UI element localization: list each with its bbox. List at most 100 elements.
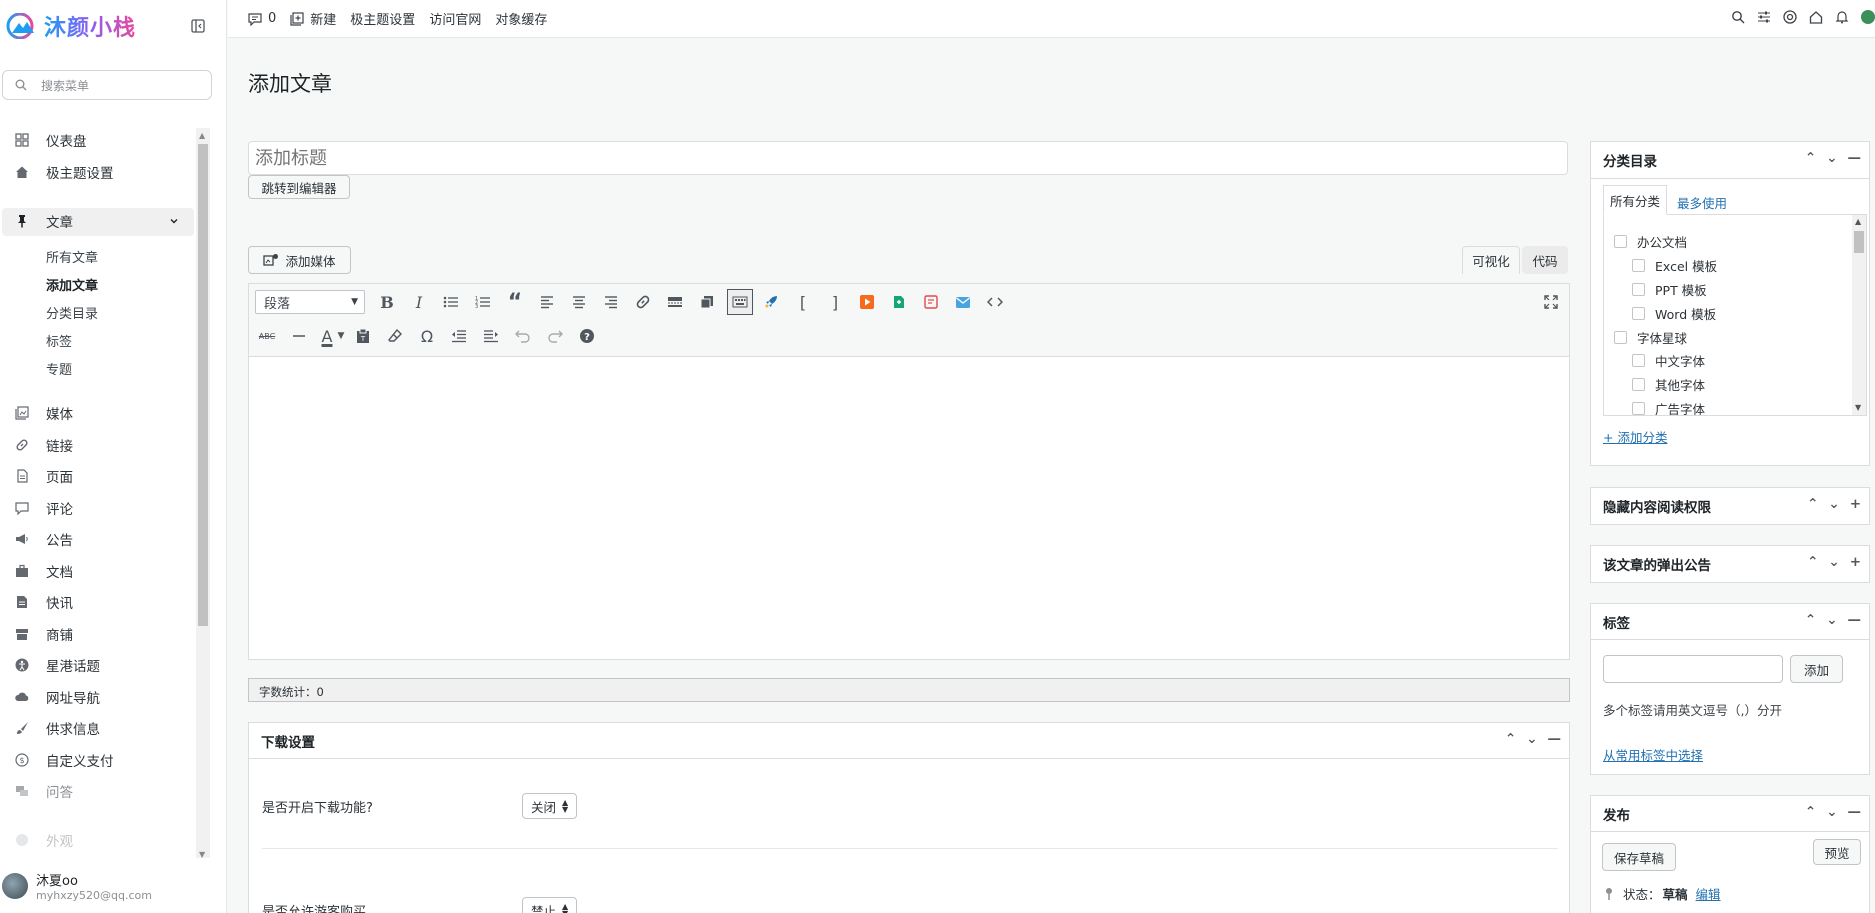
undo-icon[interactable]	[511, 324, 535, 348]
sidebar-item-pages[interactable]: 页面	[14, 464, 73, 488]
horizontal-line-icon[interactable]	[287, 324, 311, 348]
copy-icon[interactable]	[695, 290, 719, 314]
topbar-visit-site[interactable]: 访问官网	[429, 9, 481, 28]
sidebar-item-store[interactable]: 商铺	[14, 622, 73, 646]
outdent-icon[interactable]	[447, 324, 471, 348]
move-down-icon[interactable]: ⌄	[1826, 612, 1837, 628]
popup-announcement-header[interactable]: 该文章的弹出公告 ⌃ ⌄ +	[1591, 546, 1869, 582]
strikethrough-icon[interactable]: ABC	[255, 324, 279, 348]
redo-icon[interactable]	[543, 324, 567, 348]
user-profile[interactable]: 沐夏oo myhxzy520@qq.com	[2, 870, 152, 902]
shortcode-close-icon[interactable]: ]	[823, 290, 847, 314]
tab-code[interactable]: 代码	[1522, 246, 1568, 274]
move-up-icon[interactable]: ⌃	[1505, 731, 1516, 747]
category-item[interactable]: 中文字体	[1632, 351, 1705, 370]
download-doc-icon[interactable]	[887, 290, 911, 314]
insert-link-icon[interactable]	[631, 290, 655, 314]
hidden-content-header[interactable]: 隐藏内容阅读权限 ⌃ ⌄ +	[1591, 488, 1869, 524]
checkbox[interactable]	[1632, 402, 1645, 415]
post-title-input[interactable]	[248, 141, 1568, 175]
expand-icon[interactable]: +	[1850, 554, 1861, 570]
blockquote-icon[interactable]: “	[503, 290, 527, 315]
text-color-dropdown-icon[interactable]: ▼	[335, 324, 347, 348]
enable-download-select[interactable]: 关闭 ▲ ▼	[522, 793, 578, 819]
topbar-object-cache[interactable]: 对象缓存	[495, 9, 547, 28]
move-down-icon[interactable]: ⌄	[1826, 804, 1837, 820]
search-icon[interactable]	[1731, 10, 1745, 24]
category-item[interactable]: 办公文档	[1614, 232, 1687, 251]
move-down-icon[interactable]: ⌄	[1526, 731, 1537, 747]
save-draft-button[interactable]: 保存草稿	[1602, 843, 1676, 871]
move-up-icon[interactable]: ⌃	[1805, 804, 1816, 820]
sidebar-item-theme-settings[interactable]: 极主题设置	[14, 160, 114, 184]
collapse-icon[interactable]: —	[1848, 150, 1862, 166]
tab-all-categories[interactable]: 所有分类	[1603, 185, 1667, 215]
checkbox[interactable]	[1632, 259, 1645, 272]
checkbox[interactable]	[1632, 283, 1645, 296]
bell-icon[interactable]	[1835, 10, 1849, 24]
sidebar-item-docs[interactable]: 文档	[14, 559, 73, 583]
submenu-topics[interactable]: 专题	[46, 359, 72, 378]
align-left-icon[interactable]	[535, 290, 559, 314]
sliders-icon[interactable]	[1757, 10, 1771, 24]
topbar-new[interactable]: 新建	[290, 9, 336, 28]
guest-purchase-select[interactable]: 禁止 ▲▼	[522, 897, 578, 913]
clear-formatting-icon[interactable]	[383, 324, 407, 348]
category-item[interactable]: PPT 模板	[1632, 280, 1707, 299]
support-icon[interactable]	[1783, 10, 1797, 24]
move-down-icon[interactable]: ⌄	[1828, 554, 1839, 570]
help-icon[interactable]: ?	[575, 324, 599, 348]
sidebar-item-dashboard[interactable]: 仪表盘	[14, 128, 87, 152]
italic-icon[interactable]: I	[407, 290, 431, 314]
align-right-icon[interactable]	[599, 290, 623, 314]
read-more-icon[interactable]	[663, 290, 687, 314]
checkbox[interactable]	[1614, 331, 1627, 344]
submenu-all-posts[interactable]: 所有文章	[46, 247, 98, 266]
category-item[interactable]: Word 模板	[1632, 304, 1716, 323]
collapse-icon[interactable]: —	[1548, 731, 1562, 747]
sidebar-item-posts[interactable]: 文章	[14, 209, 182, 233]
download-settings-header[interactable]: 下载设置 ⌃ ⌄ —	[249, 723, 1569, 759]
sidebar-item-custom-payment[interactable]: $ 自定义支付	[14, 748, 114, 772]
sidebar-item-qa[interactable]: 问答	[14, 779, 73, 803]
categories-header[interactable]: 分类目录 ⌃ ⌄ —	[1591, 142, 1869, 179]
bullet-list-icon[interactable]	[439, 290, 463, 314]
add-category-link[interactable]: + 添加分类	[1603, 427, 1667, 446]
publish-header[interactable]: 发布 ⌃ ⌄ —	[1591, 796, 1869, 832]
collapse-sidebar-icon[interactable]	[190, 18, 206, 34]
category-item[interactable]: 字体星球	[1614, 328, 1687, 347]
tags-header[interactable]: 标签 ⌃ ⌄ —	[1591, 604, 1869, 640]
tab-most-used[interactable]: 最多使用	[1677, 193, 1727, 212]
rocket-icon[interactable]	[759, 290, 783, 314]
topbar-theme-settings[interactable]: 极主题设置	[350, 9, 415, 28]
category-scrollbar-thumb[interactable]	[1854, 231, 1864, 253]
collapse-icon[interactable]: —	[1848, 612, 1862, 628]
checkbox[interactable]	[1632, 307, 1645, 320]
sidebar-item-nav-sites[interactable]: 网址导航	[14, 685, 100, 709]
fullscreen-icon[interactable]	[1539, 290, 1563, 314]
shortcode-open-icon[interactable]: [	[791, 290, 815, 314]
category-item[interactable]: 广告字体	[1632, 399, 1705, 415]
sidebar-item-news[interactable]: 快讯	[14, 590, 73, 614]
checkbox[interactable]	[1614, 235, 1627, 248]
numbered-list-icon[interactable]: 123	[471, 290, 495, 314]
category-item[interactable]: 其他字体	[1632, 375, 1705, 394]
email-reply-icon[interactable]	[951, 290, 975, 314]
submenu-categories[interactable]: 分类目录	[46, 303, 98, 322]
expand-icon[interactable]: +	[1850, 496, 1861, 512]
checkbox[interactable]	[1632, 378, 1645, 391]
submenu-tags[interactable]: 标签	[46, 331, 72, 350]
tab-visual[interactable]: 可视化	[1462, 246, 1520, 274]
move-up-icon[interactable]: ⌃	[1807, 496, 1818, 512]
bold-icon[interactable]: B	[375, 290, 399, 314]
jump-to-editor-button[interactable]: 跳转到编辑器	[248, 175, 350, 199]
video-icon[interactable]	[855, 290, 879, 314]
add-tag-button[interactable]: 添加	[1790, 655, 1843, 683]
special-character-icon[interactable]: Ω	[415, 324, 439, 348]
scroll-down-arrow-icon[interactable]: ▼	[1855, 403, 1861, 412]
home-icon[interactable]	[1809, 10, 1823, 24]
hidden-content-icon[interactable]	[919, 290, 943, 314]
tag-input[interactable]	[1603, 655, 1783, 683]
indent-icon[interactable]	[479, 324, 503, 348]
align-center-icon[interactable]	[567, 290, 591, 314]
